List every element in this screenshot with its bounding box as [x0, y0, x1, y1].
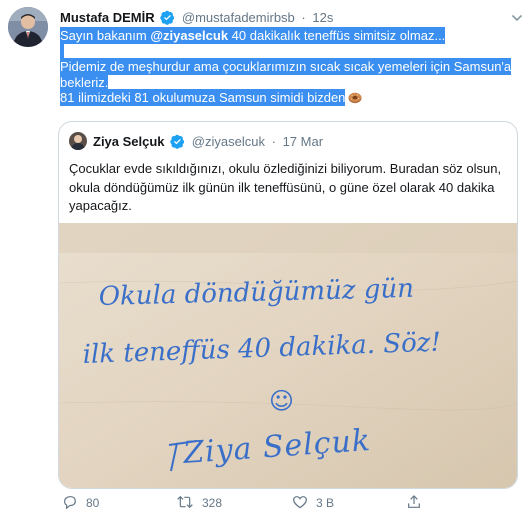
tweet-time[interactable]: 12s: [312, 10, 333, 25]
like-count: 3 B: [316, 496, 335, 510]
quoted-tweet[interactable]: Ziya Selçuk @ziyaselcuk · 17 Mar Çocukla…: [58, 121, 518, 489]
reply-count: 80: [86, 496, 100, 510]
retweet-button[interactable]: 328: [176, 494, 222, 512]
tweet-line-3-text: bekleriz.: [60, 73, 109, 91]
quoted-verified-badge-icon: [170, 134, 185, 149]
author-avatar[interactable]: [8, 7, 48, 47]
retweet-count: 328: [202, 496, 223, 510]
mention-link[interactable]: @ziyaselcuk: [150, 28, 228, 43]
tweet[interactable]: Mustafa DEMİR @mustafademirbsb · 12s Say…: [0, 0, 531, 518]
simit-emoji-icon: [348, 92, 362, 104]
retweet-icon: [177, 495, 193, 509]
reply-icon: [64, 496, 76, 510]
handwritten-note-photo[interactable]: Okula döndüğümüz gün ilk teneffüs 40 dak…: [59, 223, 518, 489]
tweet-blank-line: [60, 42, 520, 60]
tweet-line-4: 81 ilimizdeki 81 okulumuza Samsun simidi…: [60, 89, 520, 106]
author-handle[interactable]: @mustafademirbsb: [182, 10, 295, 25]
author-name[interactable]: Mustafa DEMİR: [60, 10, 155, 25]
share-icon: [408, 495, 420, 508]
quoted-separator-dot: ·: [271, 134, 276, 149]
tweet-line-4-text: 81 ilimizdeki 81 okulumuza Samsun simidi…: [60, 89, 346, 106]
like-icon: [293, 496, 307, 509]
verified-badge-icon: [160, 10, 175, 25]
tweet-line-1: Sayın bakanım @ziyaselcuk 40 dakikalık t…: [60, 27, 520, 44]
tweet-actions: 80 328 3 B: [60, 494, 520, 512]
caret-down-icon[interactable]: [511, 12, 523, 24]
like-button[interactable]: 3 B: [292, 494, 334, 512]
tweet-line-1-pre: Sayın bakanım: [60, 28, 151, 43]
tweet-line-1-post: 40 dakikalık teneffüs simitsiz olmaz...: [228, 28, 446, 43]
tweet-text: Sayın bakanım @ziyaselcuk 40 dakikalık t…: [60, 27, 520, 106]
quoted-author-avatar: [69, 132, 87, 150]
separator-dot: ·: [301, 10, 306, 25]
quoted-author-name: Ziya Selçuk: [93, 134, 165, 149]
share-button[interactable]: [406, 494, 422, 512]
reply-button[interactable]: 80: [62, 494, 99, 512]
quoted-tweet-date: 17 Mar: [282, 134, 324, 149]
author-avatar-image: [8, 7, 48, 47]
tweet-line-2: Pidemiz de meşhurdur ama çocuklarımızın …: [60, 58, 520, 75]
quoted-tweet-header: Ziya Selçuk @ziyaselcuk · 17 Mar: [69, 132, 323, 151]
tweet-header: Mustafa DEMİR @mustafademirbsb · 12s: [60, 10, 333, 26]
quoted-tweet-text: Çocuklar evde sıkıldığınızı, okulu özled…: [69, 161, 502, 213]
note-smiley: ☺: [269, 387, 294, 415]
tweet-line-3: bekleriz.: [60, 73, 520, 91]
tweet-line-2-text: Pidemiz de meşhurdur ama çocuklarımızın …: [60, 58, 512, 75]
quoted-author-handle: @ziyaselcuk: [191, 134, 265, 149]
